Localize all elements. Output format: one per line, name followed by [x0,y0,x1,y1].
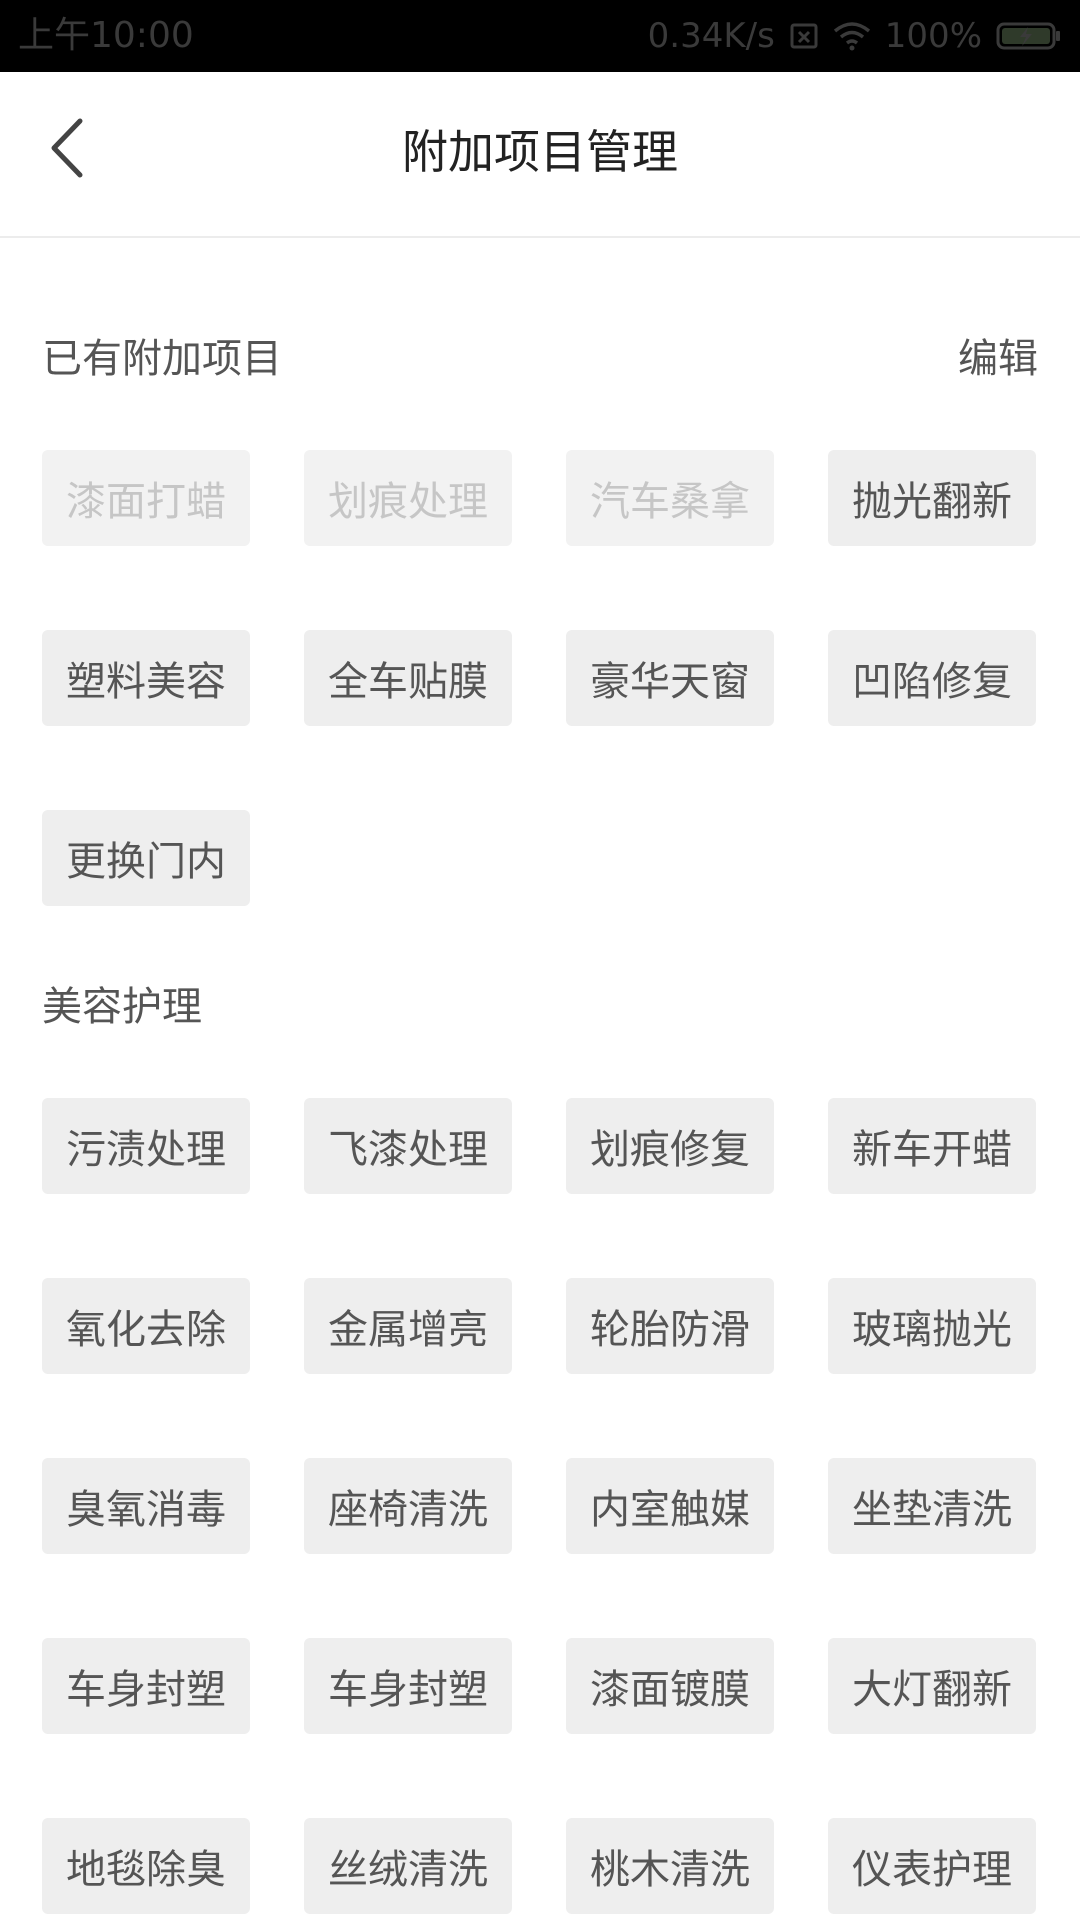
beauty-item-chip[interactable]: 车身封塑 [304,1638,512,1734]
existing-items-title: 已有附加项目 [42,336,282,382]
battery-percent: 100% [884,16,982,56]
beauty-care-title: 美容护理 [42,984,202,1030]
beauty-item-chip[interactable]: 丝绒清洗 [304,1818,512,1914]
beauty-item-chip[interactable]: 金属增亮 [304,1278,512,1374]
existing-item-chip[interactable]: 豪华天窗 [566,630,774,726]
beauty-item-chip[interactable]: 划痕修复 [566,1098,774,1194]
existing-item-chip: 划痕处理 [304,450,512,546]
beauty-item-chip[interactable]: 座椅清洗 [304,1458,512,1554]
sim-card-x-icon [789,21,819,51]
beauty-item-chip[interactable]: 氧化去除 [42,1278,250,1374]
beauty-item-chip[interactable]: 车身封塑 [42,1638,250,1734]
existing-item-chip[interactable]: 全车贴膜 [304,630,512,726]
existing-items-header: 已有附加项目 编辑 [42,325,1038,385]
beauty-item-chip[interactable]: 仪表护理 [828,1818,1036,1914]
beauty-item-chip[interactable]: 飞漆处理 [304,1098,512,1194]
status-bar: 上午10:00 0.34K/s 100% [0,0,1080,72]
beauty-item-chip[interactable]: 新车开蜡 [828,1098,1036,1194]
existing-items-grid: 漆面打蜡 划痕处理 汽车桑拿 抛光翻新塑料美容 全车贴膜 豪华天窗 凹陷修复更换门内 [42,450,1042,906]
existing-item-chip[interactable]: 更换门内 [42,810,250,906]
beauty-item-chip[interactable]: 污渍处理 [42,1098,250,1194]
existing-item-chip: 汽车桑拿 [566,450,774,546]
beauty-item-chip[interactable]: 臭氧消毒 [42,1458,250,1554]
beauty-item-chip[interactable]: 玻璃抛光 [828,1278,1036,1374]
beauty-item-chip[interactable]: 漆面镀膜 [566,1638,774,1734]
existing-item-chip: 漆面打蜡 [42,450,250,546]
beauty-care-grid: 污渍处理 飞漆处理 划痕修复 新车开蜡氧化去除 金属增亮 轮胎防滑 玻璃抛光臭氧消毒 座椅清洗… [42,1098,1042,1914]
beauty-item-chip[interactable]: 坐垫清洗 [828,1458,1036,1554]
existing-item-chip[interactable]: 凹陷修复 [828,630,1036,726]
status-time: 上午10:00 [18,15,194,56]
beauty-item-chip[interactable]: 大灯翻新 [828,1638,1036,1734]
beauty-item-chip[interactable]: 内室触媒 [566,1458,774,1554]
existing-item-chip[interactable]: 塑料美容 [42,630,250,726]
edit-button[interactable]: 编辑 [958,326,1038,384]
beauty-care-header: 美容护理 [42,973,1038,1033]
navigation-bar: 附加项目管理 [0,72,1080,238]
status-icons: 0.34K/s 100% [648,14,1062,58]
beauty-item-chip[interactable]: 轮胎防滑 [566,1278,774,1374]
beauty-item-chip[interactable]: 桃木清洗 [566,1818,774,1914]
battery-charging-icon [996,21,1062,51]
network-speed: 0.34K/s [647,16,775,56]
wifi-icon [833,21,871,51]
page-title: 附加项目管理 [402,125,678,179]
existing-item-chip[interactable]: 抛光翻新 [828,450,1036,546]
beauty-item-chip[interactable]: 地毯除臭 [42,1818,250,1914]
